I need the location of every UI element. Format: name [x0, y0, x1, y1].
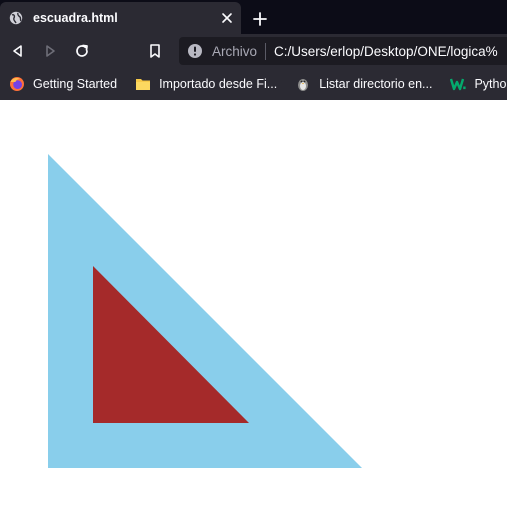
new-tab-button[interactable] [247, 6, 273, 32]
nav-toolbar: Archivo C:/Users/erlop/Desktop/ONE/logic… [0, 34, 507, 68]
bookmark-icon [150, 44, 160, 58]
file-scheme-label: Archivo [212, 43, 258, 59]
escuadra-drawing [48, 154, 362, 468]
reload-icon [76, 44, 88, 57]
penguin-icon [295, 76, 311, 92]
bookmark-label: Getting Started [33, 77, 118, 91]
bookmark-getting-started[interactable]: Getting Started [9, 76, 117, 92]
bookmark-listar-directorio[interactable]: Listar directorio en... [295, 76, 432, 92]
globe-icon [9, 11, 23, 25]
forward-button[interactable] [38, 39, 62, 63]
close-icon[interactable] [215, 6, 239, 30]
bookmark-label: Listar directorio en... [319, 77, 433, 91]
bookmark-python[interactable]: Python Fu [450, 76, 507, 92]
bookmarks-toolbar: Getting Started Importado desde Fi... Li… [0, 68, 507, 100]
firefox-icon [9, 76, 25, 92]
info-icon[interactable] [187, 43, 203, 59]
bookmark-imported-folder[interactable]: Importado desde Fi... [135, 76, 277, 92]
page-content [0, 100, 507, 525]
back-button[interactable] [6, 39, 30, 63]
bookmark-label: Python Fu [474, 77, 507, 91]
forward-arrow-icon [46, 45, 55, 57]
address-bar[interactable]: Archivo C:/Users/erlop/Desktop/ONE/logic… [179, 37, 507, 65]
plus-icon [253, 12, 267, 26]
url-text[interactable]: C:/Users/erlop/Desktop/ONE/logica% [274, 44, 498, 59]
url-separator [265, 42, 267, 60]
tab-title: escuadra.html [33, 11, 118, 25]
bookmark-button[interactable] [143, 39, 167, 63]
tab-escuadra[interactable]: escuadra.html [0, 2, 241, 34]
w3-icon [450, 76, 467, 92]
folder-icon [135, 76, 151, 92]
tab-strip: escuadra.html [0, 0, 507, 34]
reload-button[interactable] [70, 39, 94, 63]
bookmark-label: Importado desde Fi... [159, 77, 278, 91]
back-arrow-icon [13, 45, 22, 57]
